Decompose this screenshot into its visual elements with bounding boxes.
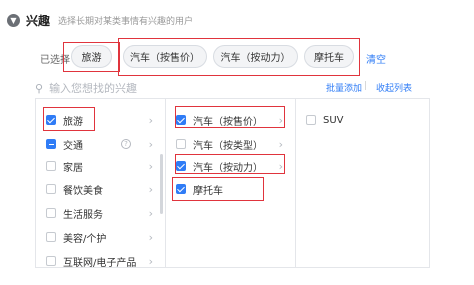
section-description: 选择长期对某类事情有兴趣的用户 [58, 16, 194, 27]
scrollbar[interactable] [160, 154, 163, 214]
item-label: 交通 [63, 140, 83, 152]
list-item[interactable]: 生活服务 › [36, 202, 165, 224]
item-label: SUV [323, 114, 344, 126]
checkbox[interactable] [46, 139, 56, 149]
list-item[interactable]: 互联网/电子产品 › [36, 250, 165, 268]
item-label: 家居 [63, 162, 83, 174]
batch-add-link[interactable]: 批量添加 [326, 81, 362, 94]
interest-section-header: ▼ 兴趣 选择长期对某类事情有兴趣的用户 [7, 11, 193, 29]
checkbox[interactable] [46, 208, 56, 218]
item-label: 汽车（按类型） [193, 140, 263, 152]
chevron-right-icon: › [148, 113, 153, 127]
highlight-box [172, 177, 264, 201]
section-title: 兴趣 [26, 13, 51, 28]
highlight-box [63, 42, 120, 72]
checkbox[interactable] [46, 232, 56, 242]
highlight-box [118, 38, 360, 76]
checkbox[interactable] [306, 115, 316, 125]
chevron-right-icon: › [148, 182, 153, 196]
highlight-box [175, 106, 285, 128]
search-input[interactable]: ⚲ 输入您想找的兴趣 [35, 80, 250, 96]
list-item[interactable]: 汽车（按类型） › [166, 133, 295, 155]
checkbox[interactable] [46, 184, 56, 194]
category-column-level3: SUV [296, 99, 429, 267]
list-item[interactable]: 交通 ? › [36, 133, 165, 155]
item-label: 餐饮美食 [63, 185, 103, 197]
chevron-down-icon[interactable]: ▼ [7, 13, 20, 27]
item-label: 美容/个护 [63, 233, 107, 245]
help-icon[interactable]: ? [121, 139, 131, 149]
checkbox[interactable] [176, 139, 186, 149]
item-label: 互联网/电子产品 [63, 257, 137, 268]
collapse-list-link[interactable]: 收起列表 [376, 81, 412, 94]
chevron-right-icon: › [148, 230, 153, 244]
highlight-box [43, 107, 95, 131]
chevron-right-icon: › [148, 206, 153, 220]
clear-button[interactable]: 清空 [366, 51, 386, 66]
chevron-right-icon: › [148, 159, 153, 173]
chevron-right-icon: › [148, 137, 153, 151]
chevron-right-icon: › [148, 254, 153, 268]
list-item[interactable]: 餐饮美食 › [36, 178, 165, 200]
checkbox[interactable] [46, 256, 56, 266]
chevron-right-icon: › [278, 137, 283, 151]
checkbox[interactable] [46, 161, 56, 171]
list-item[interactable]: SUV [296, 109, 429, 131]
search-placeholder: 输入您想找的兴趣 [49, 82, 138, 95]
list-item[interactable]: 家居 › [36, 155, 165, 177]
list-item[interactable]: 美容/个护 › [36, 226, 165, 248]
item-label: 生活服务 [63, 209, 103, 221]
link-divider: | [364, 81, 368, 91]
search-icon: ⚲ [35, 81, 44, 95]
highlight-box [175, 154, 285, 174]
